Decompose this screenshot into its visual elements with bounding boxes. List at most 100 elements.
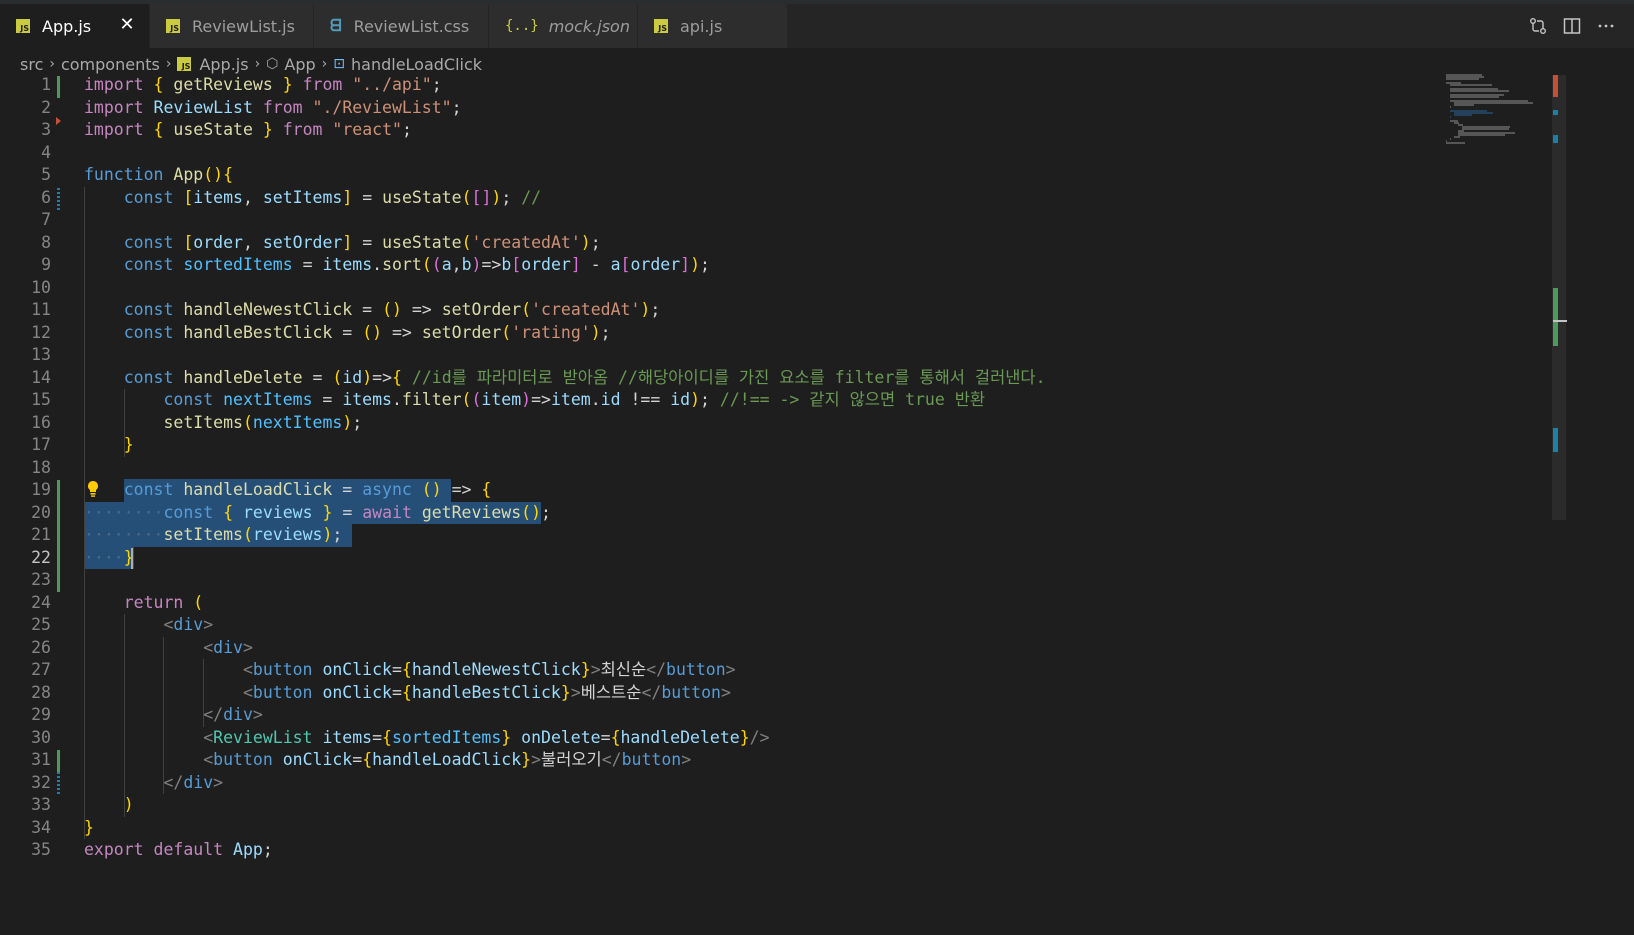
- git-modified-gutter: [57, 772, 60, 794]
- code-line[interactable]: 17 }: [0, 434, 1440, 457]
- code-text: const [items, setItems] = useState([]); …: [123, 187, 542, 207]
- code-text: export default App;: [84, 840, 273, 859]
- code-text: ········setItems(reviews);: [84, 525, 343, 544]
- code-line[interactable]: 34}: [0, 817, 1440, 840]
- code-text: const handleLoadClick = async () => {: [123, 480, 492, 499]
- code-line[interactable]: 8 const [order, setOrder] = useState('cr…: [0, 232, 1440, 255]
- tab-label: ReviewList.css: [353, 16, 470, 36]
- line-number: 31: [31, 750, 51, 769]
- code-line[interactable]: 23: [0, 569, 1440, 592]
- code-text: ): [123, 795, 134, 814]
- line-number: 28: [31, 682, 51, 702]
- tab-mock-json[interactable]: {..} mock.json: [489, 4, 638, 48]
- code-line[interactable]: 10: [0, 277, 1440, 300]
- code-line[interactable]: 13: [0, 344, 1440, 367]
- code-line[interactable]: 27 <button onClick={handleNewestClick}>최…: [0, 659, 1440, 682]
- code-line[interactable]: 11 const handleNewestClick = () => setOr…: [0, 299, 1440, 322]
- code-line[interactable]: 12 const handleBestClick = () => setOrde…: [0, 322, 1440, 345]
- code-text: import ReviewList from "./ReviewList";: [84, 97, 462, 117]
- minimap-line: [1450, 84, 1492, 86]
- more-actions-icon[interactable]: [1596, 16, 1616, 36]
- line-number: 22: [31, 547, 51, 567]
- variable-icon: ⊡: [333, 56, 346, 72]
- breadcrumb-item-function[interactable]: App: [284, 55, 315, 74]
- close-icon[interactable]: ✕: [117, 15, 137, 35]
- code-line[interactable]: 3 import { useState } from "react";: [0, 119, 1440, 142]
- minimap[interactable]: [1440, 70, 1552, 150]
- git-deleted-gutter: [56, 117, 61, 125]
- code-line[interactable]: 6 const [items, setItems] = useState([])…: [0, 187, 1440, 210]
- code-line[interactable]: 16 setItems(nextItems);: [0, 412, 1440, 435]
- minimap-line: [1446, 78, 1479, 80]
- line-number: 25: [31, 615, 51, 634]
- breadcrumb-item-file[interactable]: App.js: [199, 55, 248, 74]
- line-number: 30: [31, 727, 51, 747]
- code-line[interactable]: 28 <button onClick={handleBestClick}>베스트…: [0, 682, 1440, 705]
- breadcrumb-item-src[interactable]: src: [20, 55, 43, 74]
- code-line[interactable]: 5 function App(){: [0, 164, 1440, 187]
- code-line[interactable]: 24 return (: [0, 592, 1440, 615]
- module-icon: ⬡: [266, 56, 279, 72]
- code-line[interactable]: 7: [0, 209, 1440, 232]
- compare-changes-icon[interactable]: [1528, 16, 1548, 36]
- code-text: import { getReviews } from "../api";: [84, 75, 442, 94]
- code-text: ········const { reviews } = await getRev…: [84, 502, 551, 522]
- line-number: 14: [31, 367, 51, 387]
- text-cursor: [130, 547, 133, 569]
- lightbulb-icon[interactable]: [86, 480, 100, 498]
- json-file-icon: {..}: [505, 18, 539, 34]
- editor-actions: [1528, 16, 1616, 36]
- tab-reviewlist-css[interactable]: ᗺ ReviewList.css: [314, 4, 489, 48]
- code-line[interactable]: 31 <button onClick={handleLoadClick}>불러오…: [0, 749, 1440, 772]
- tab-api-js[interactable]: JS api.js: [638, 4, 788, 48]
- code-line[interactable]: 29 </div>: [0, 704, 1440, 727]
- code-text: const [order, setOrder] = useState('crea…: [123, 232, 601, 252]
- code-text: const handleBestClick = () => setOrder('…: [123, 322, 611, 342]
- code-text: <button onClick={handleNewestClick}>최신순<…: [242, 660, 736, 679]
- code-line[interactable]: 35 export default App;: [0, 839, 1440, 862]
- line-number: 4: [41, 142, 51, 162]
- line-number: 33: [31, 795, 51, 814]
- code-line[interactable]: 20 ········const { reviews } = await getR…: [0, 502, 1440, 525]
- breadcrumb-item-components[interactable]: components: [61, 55, 160, 74]
- code-line[interactable]: 22 ····}: [0, 547, 1440, 570]
- git-added-gutter: [57, 750, 60, 772]
- line-number: 9: [41, 255, 51, 274]
- code-text: <button onClick={handleBestClick}>베스트순</…: [242, 682, 731, 702]
- overview-ruler-added: [1553, 288, 1558, 346]
- overview-ruler-cursor: [1553, 320, 1567, 322]
- tab-app-js[interactable]: JS App.js ✕: [0, 4, 150, 48]
- line-number: 26: [31, 637, 51, 657]
- code-line[interactable]: 4: [0, 142, 1440, 165]
- tab-reviewlist-js[interactable]: JS ReviewList.js: [150, 4, 314, 48]
- code-line[interactable]: 32 </div>: [0, 772, 1440, 795]
- split-editor-icon[interactable]: [1562, 16, 1582, 36]
- chevron-right-icon: ›: [254, 56, 261, 72]
- code-line[interactable]: 9 const sortedItems = items.sort((a,b)=>…: [0, 254, 1440, 277]
- overview-ruler-error: [1553, 75, 1558, 97]
- code-text: const sortedItems = items.sort((a,b)=>b[…: [123, 255, 710, 274]
- code-line[interactable]: 2 import ReviewList from "./ReviewList";: [0, 97, 1440, 120]
- code-editor[interactable]: 1 import { getReviews } from "../api"; 2 im…: [0, 74, 1440, 935]
- line-number: 3: [41, 120, 51, 139]
- git-added-gutter: [57, 76, 60, 98]
- minimap-line: [1450, 96, 1499, 98]
- line-number: 12: [31, 322, 51, 342]
- breadcrumb-item-symbol[interactable]: handleLoadClick: [351, 55, 482, 74]
- code-text: <ReviewList items={sortedItems} onDelete…: [203, 727, 770, 747]
- editor-tab-bar: JS App.js ✕ JS ReviewList.js ᗺ ReviewLis…: [0, 0, 1634, 48]
- code-line[interactable]: 14 const handleDelete = (id)=>{ //id를 파라…: [0, 367, 1440, 390]
- line-number: 8: [41, 232, 51, 252]
- git-modified-gutter: [57, 188, 60, 210]
- code-line[interactable]: 21 ········setItems(reviews);: [0, 524, 1440, 547]
- code-line[interactable]: 19 const handleLoadClick = async () => {: [0, 479, 1440, 502]
- code-line[interactable]: 30 <ReviewList items={sortedItems} onDel…: [0, 727, 1440, 750]
- code-line[interactable]: 33 ): [0, 794, 1440, 817]
- code-line[interactable]: 15 const nextItems = items.filter((item)…: [0, 389, 1440, 412]
- line-number: 7: [41, 210, 51, 229]
- code-line[interactable]: 25 <div>: [0, 614, 1440, 637]
- code-line[interactable]: 26 <div>: [0, 637, 1440, 660]
- code-text: }: [123, 435, 134, 454]
- code-line[interactable]: 1 import { getReviews } from "../api";: [0, 74, 1440, 97]
- code-line[interactable]: 18: [0, 457, 1440, 480]
